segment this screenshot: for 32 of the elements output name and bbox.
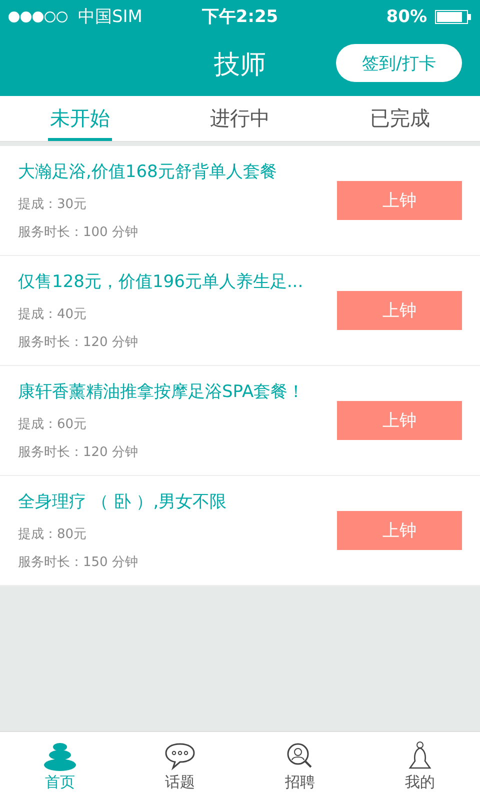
battery-percent: 80% (386, 6, 427, 26)
start-service-button[interactable]: 上钟 (337, 401, 462, 440)
start-service-button[interactable]: 上钟 (337, 511, 462, 550)
chat-bubble-icon (163, 740, 197, 770)
start-service-button[interactable]: 上钟 (337, 181, 462, 220)
battery-icon (434, 10, 472, 24)
nav-tab[interactable]: 首页 (0, 732, 120, 800)
nav-tab[interactable]: 我的 (360, 732, 480, 800)
duration-text: 服务时长：150 分钟 (18, 554, 139, 571)
page-title: 技师 (214, 49, 266, 82)
duration-text: 服务时长：100 分钟 (18, 224, 139, 241)
stones-icon (43, 740, 77, 770)
status-tab[interactable]: 未开始 (0, 96, 160, 141)
start-service-button[interactable]: 上钟 (337, 291, 462, 330)
commission-text: 提成：40元 (18, 306, 88, 323)
package-title: 康轩香薰精油推拿按摩足浴SPA套餐！ (18, 381, 306, 403)
nav-tab[interactable]: 招聘 (240, 732, 360, 800)
duration-text: 服务时长：120 分钟 (18, 444, 139, 461)
package-title: 全身理疗 （ 卧 ）,男女不限 (18, 491, 228, 513)
duration-text: 服务时长：120 分钟 (18, 334, 139, 351)
package-title: 大瀚足浴,价值168元舒背单人套餐 (18, 161, 278, 183)
signal-icon (8, 10, 70, 22)
commission-text: 提成：80元 (18, 526, 88, 543)
check-in-button[interactable]: 签到/打卡 (336, 44, 462, 82)
commission-text: 提成：60元 (18, 416, 88, 433)
clock-time: 下午2:25 (202, 6, 278, 28)
carrier-label: 中国SIM (78, 6, 142, 28)
nav-tab[interactable]: 话题 (120, 732, 240, 800)
status-tab[interactable]: 进行中 (160, 96, 320, 141)
package-title: 仅售128元，价值196元单人养生足... (18, 271, 304, 293)
status-tab[interactable]: 已完成 (320, 96, 480, 141)
commission-text: 提成：30元 (18, 196, 88, 213)
